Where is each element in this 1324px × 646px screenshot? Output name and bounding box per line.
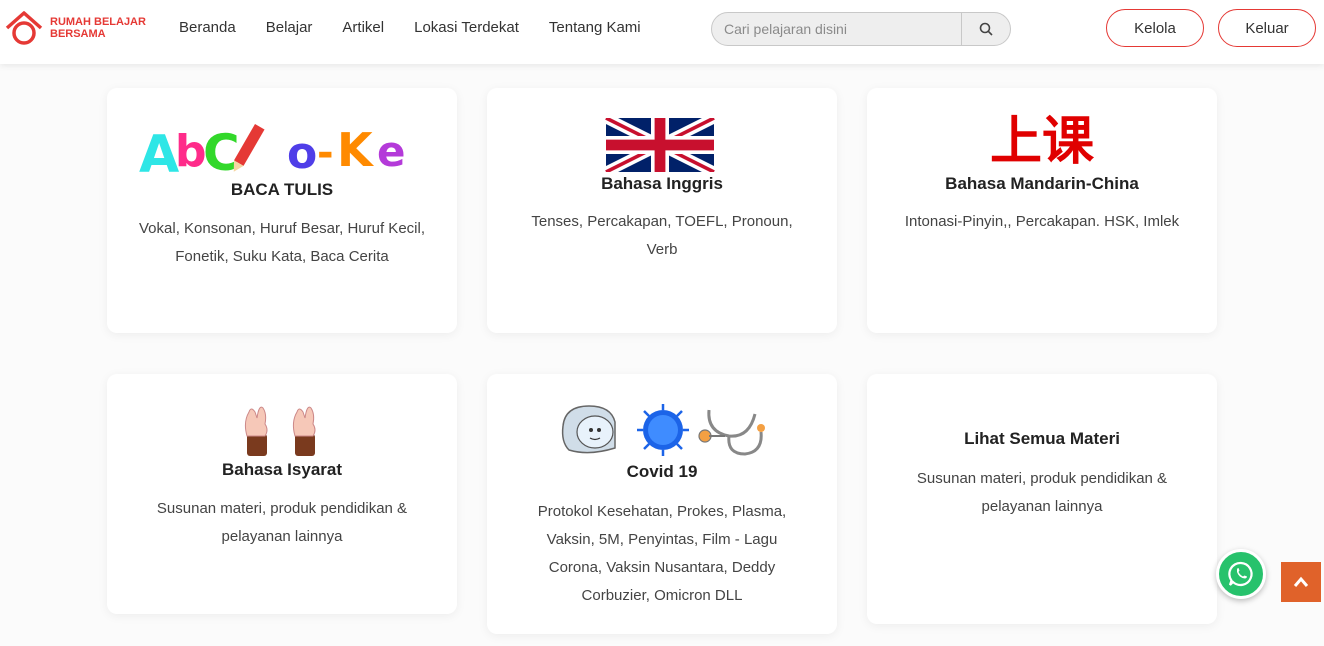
nav-tentang-kami[interactable]: Tentang Kami [549, 19, 641, 36]
svg-text:o: o [287, 128, 317, 178]
card-title: Lihat Semua Materi [964, 429, 1120, 448]
card-bahasa-mandarin[interactable]: 上课 Bahasa Mandarin-China Intonasi-Pinyin… [867, 88, 1217, 333]
logo-line1: RUMAH BELAJAR [50, 16, 146, 28]
abc-icon: A b C o - K e [139, 123, 406, 178]
card-covid-19[interactable]: Covid 19 Protokol Kesehatan, Prokes, Pla… [487, 374, 837, 634]
main-nav: Beranda Belajar Artikel Lokasi Terdekat … [179, 19, 671, 36]
card-bahasa-isyarat[interactable]: Bahasa Isyarat Susunan materi, produk pe… [107, 374, 457, 614]
card-description: Protokol Kesehatan, Prokes, Plasma, Vaks… [537, 503, 787, 604]
logo[interactable]: RUMAH BELAJAR BERSAMA [4, 8, 154, 48]
card-title: Bahasa Mandarin-China [945, 174, 1139, 193]
logo-text: RUMAH BELAJAR BERSAMA [50, 16, 150, 40]
card-description: Intonasi-Pinyin,, Percakapan. HSK, Imlek [904, 213, 1180, 230]
mandarin-icon-text: 上课 [989, 112, 1094, 172]
keluar-button[interactable]: Keluar [1218, 9, 1316, 47]
navbar: RUMAH BELAJAR BERSAMA Beranda Belajar Ar… [0, 0, 1324, 64]
nav-artikel[interactable]: Artikel [342, 19, 384, 36]
svg-text:K: K [337, 123, 375, 177]
search-icon [979, 22, 993, 36]
card-description: Susunan materi, produk pendidikan & pela… [156, 500, 408, 545]
uk-flag-icon [605, 118, 715, 172]
chevron-up-icon [1293, 576, 1309, 587]
card-title: Bahasa Inggris [601, 174, 723, 193]
house-logo-icon [5, 11, 43, 45]
stethoscope-icon [698, 409, 765, 456]
card-title: Bahasa Isyarat [221, 460, 343, 479]
search-bar [711, 12, 1011, 46]
svg-text:A: A [139, 125, 179, 178]
search-input[interactable] [712, 13, 961, 45]
card-baca-tulis[interactable]: A b C o - K e BACA TULIS Vokal, Konsonan… [107, 88, 457, 333]
card-bahasa-inggris[interactable]: Bahasa Inggris Tenses, Percakapan, TOEFL… [487, 88, 837, 333]
virus-icon [637, 404, 689, 456]
back-to-top-button[interactable] [1281, 562, 1321, 602]
logo-line2: BERSAMA [50, 28, 106, 40]
svg-text:b: b [175, 126, 207, 177]
card-title: BACA TULIS [230, 180, 334, 199]
nav-belajar[interactable]: Belajar [266, 19, 313, 36]
card-description: Susunan materi, produk pendidikan & pela… [916, 470, 1168, 515]
svg-text:e: e [377, 127, 406, 176]
card-description: Vokal, Konsonan, Huruf Besar, Huruf Keci… [139, 220, 425, 265]
whatsapp-icon [1228, 561, 1253, 587]
nav-beranda[interactable]: Beranda [179, 19, 236, 36]
mask-face-icon [561, 405, 616, 454]
page: RUMAH BELAJAR BERSAMA Beranda Belajar Ar… [0, 0, 1324, 646]
card-title: Covid 19 [626, 462, 698, 481]
card-lihat-semua-materi[interactable]: Lihat Semua Materi Susunan materi, produ… [867, 374, 1217, 624]
whatsapp-button[interactable] [1216, 549, 1266, 599]
card-description: Tenses, Percakapan, TOEFL, Pronoun, Verb [531, 213, 793, 258]
svg-text:-: - [317, 130, 334, 176]
covid-icons [561, 404, 765, 456]
sign-language-hands-icon [244, 406, 316, 456]
nav-lokasi-terdekat[interactable]: Lokasi Terdekat [414, 19, 519, 36]
kelola-button[interactable]: Kelola [1106, 9, 1204, 47]
search-button[interactable] [961, 13, 1010, 45]
